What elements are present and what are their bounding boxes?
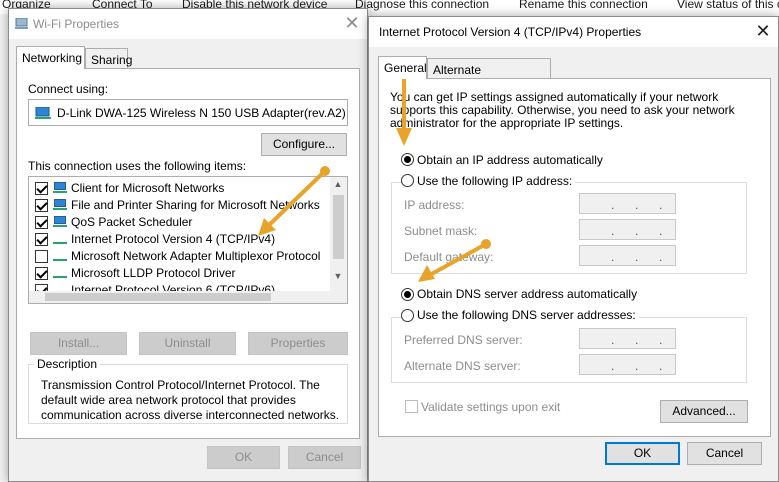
horizontal-scrollbar[interactable]: [29, 291, 331, 303]
protocol-icon: [53, 250, 67, 262]
subnet-mask-label: Subnet mask:: [404, 224, 478, 238]
items-label: This connection uses the following items…: [28, 159, 247, 173]
network-icon: [15, 18, 28, 29]
use-following-dns-label[interactable]: Use the following DNS server addresses:: [414, 308, 639, 322]
ip-address-field: ...: [579, 193, 676, 214]
command-view-status[interactable]: View status of this c: [677, 0, 779, 11]
list-item-label: QoS Packet Scheduler: [71, 215, 193, 229]
protocol-icon: [53, 267, 67, 279]
tab-general-label: General: [384, 61, 427, 75]
list-item[interactable]: Client for Microsoft Networks: [29, 180, 329, 197]
alternate-dns-field: ...: [579, 354, 676, 375]
client-icon: [53, 182, 67, 194]
ipv4-titlebar: Internet Protocol Version 4 (TCP/IPv4) P…: [369, 17, 778, 47]
networking-panel: Connect using: D-Link DWA-125 Wireless N…: [16, 68, 360, 439]
scroll-up-icon[interactable]: ▲: [330, 179, 346, 189]
tab-networking-label: Networking: [22, 51, 83, 65]
adapter-name: D-Link DWA-125 Wireless N 150 USB Adapte…: [57, 106, 346, 120]
wifi-properties-window: Wi-Fi Properties ✕ Networking Sharing Co…: [8, 8, 368, 482]
list-item[interactable]: File and Printer Sharing for Microsoft N…: [29, 197, 329, 214]
item-checkbox[interactable]: [35, 267, 48, 280]
list-item-label: Microsoft Network Adapter Multiplexor Pr…: [71, 249, 321, 263]
validate-label: Validate settings upon exit: [421, 400, 561, 414]
obtain-dns-auto-label[interactable]: Obtain DNS server address automatically: [417, 287, 637, 301]
vertical-scrollbar[interactable]: ▲ ▼: [330, 177, 347, 303]
list-item-label: Microsoft LLDP Protocol Driver: [71, 266, 236, 280]
wifi-ok-button[interactable]: OK: [207, 446, 280, 469]
list-item[interactable]: Microsoft Network Adapter Multiplexor Pr…: [29, 248, 329, 265]
tab-sharing-label: Sharing: [91, 53, 133, 67]
service-icon: [53, 216, 67, 228]
subnet-mask-field: ...: [579, 219, 676, 240]
use-following-ip-label[interactable]: Use the following IP address:: [414, 174, 576, 188]
scroll-down-icon[interactable]: ▼: [330, 271, 346, 281]
h-scrollbar-thumb[interactable]: [45, 293, 271, 301]
use-following-dns-radio[interactable]: [401, 309, 414, 322]
connect-using-label: Connect using:: [28, 82, 109, 96]
install-button[interactable]: Install...: [30, 332, 127, 355]
validate-checkbox[interactable]: [405, 400, 418, 413]
item-checkbox[interactable]: [35, 233, 48, 246]
list-item-label: Internet Protocol Version 4 (TCP/IPv4): [71, 232, 276, 246]
adapter-icon: [35, 107, 51, 119]
adapter-box: D-Link DWA-125 Wireless N 150 USB Adapte…: [28, 99, 348, 126]
wifi-titlebar: Wi-Fi Properties ✕: [9, 9, 367, 39]
use-following-ip-radio[interactable]: [401, 174, 414, 187]
wifi-cancel-button[interactable]: Cancel: [288, 446, 361, 469]
list-item-label: File and Printer Sharing for Microsoft N…: [71, 198, 320, 212]
obtain-ip-auto-label[interactable]: Obtain an IP address automatically: [417, 153, 603, 167]
obtain-dns-auto-radio[interactable]: [401, 288, 414, 301]
tab-alternate-configuration[interactable]: Alternate Configuration: [427, 58, 551, 91]
command-diagnose[interactable]: Diagnose this connection: [355, 0, 489, 11]
ipv4-properties-window: Internet Protocol Version 4 (TCP/IPv4) P…: [368, 16, 779, 482]
explorer-left-strip: [0, 14, 8, 482]
close-icon[interactable]: ✕: [754, 22, 772, 41]
item-checkbox[interactable]: [35, 199, 48, 212]
list-item[interactable]: QoS Packet Scheduler: [29, 214, 329, 231]
intro-text: You can get IP settings assigned automat…: [390, 90, 735, 130]
description-text: Transmission Control Protocol/Internet P…: [41, 378, 340, 422]
description-label: Description: [34, 357, 101, 371]
items-list: Client for Microsoft Networks File and P…: [28, 176, 348, 304]
protocol-icon: [53, 233, 67, 245]
item-checkbox[interactable]: [35, 182, 48, 195]
ipv4-cancel-button[interactable]: Cancel: [687, 442, 762, 465]
tab-general[interactable]: General: [378, 56, 427, 79]
list-item[interactable]: Internet Protocol Version 4 (TCP/IPv4): [29, 231, 329, 248]
tab-sharing[interactable]: Sharing: [85, 48, 132, 69]
default-gateway-field: ...: [579, 245, 676, 266]
ipv4-ok-button[interactable]: OK: [605, 442, 680, 465]
list-item-label: Client for Microsoft Networks: [71, 181, 225, 195]
item-checkbox[interactable]: [35, 250, 48, 263]
preferred-dns-label: Preferred DNS server:: [404, 333, 523, 347]
uninstall-button[interactable]: Uninstall: [139, 332, 236, 355]
alternate-dns-label: Alternate DNS server:: [404, 359, 521, 373]
command-rename[interactable]: Rename this connection: [519, 0, 648, 11]
tab-networking[interactable]: Networking: [16, 46, 85, 69]
default-gateway-label: Default gateway:: [404, 250, 494, 264]
advanced-button[interactable]: Advanced...: [660, 400, 748, 423]
preferred-dns-field: ...: [579, 328, 676, 349]
properties-button[interactable]: Properties: [248, 332, 348, 355]
ip-address-label: IP address:: [404, 198, 465, 212]
item-checkbox[interactable]: [35, 216, 48, 229]
general-panel: You can get IP settings assigned automat…: [378, 78, 771, 437]
wifi-window-title: Wi-Fi Properties: [33, 17, 120, 31]
dns-group: [391, 317, 747, 383]
ipv4-window-title: Internet Protocol Version 4 (TCP/IPv4) P…: [379, 25, 642, 39]
scrollbar-thumb[interactable]: [333, 195, 344, 259]
configure-button[interactable]: Configure...: [261, 133, 347, 156]
obtain-ip-auto-radio[interactable]: [401, 153, 414, 166]
close-icon[interactable]: ✕: [343, 14, 361, 33]
list-item[interactable]: Microsoft LLDP Protocol Driver: [29, 265, 329, 282]
service-icon: [53, 199, 67, 211]
